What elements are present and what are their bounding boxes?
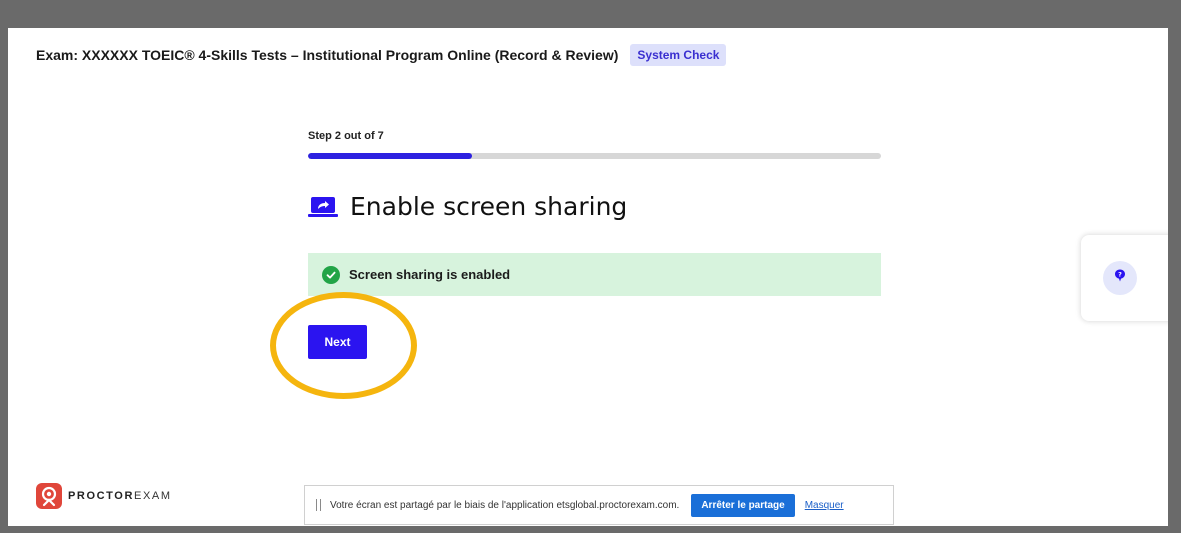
status-banner: Screen sharing is enabled bbox=[308, 253, 881, 296]
help-panel: ? bbox=[1081, 235, 1168, 321]
next-button[interactable]: Next bbox=[308, 325, 367, 359]
window-frame-right bbox=[1168, 28, 1181, 533]
screen-sharing-notification-bar: Votre écran est partagé par le biais de … bbox=[304, 485, 894, 525]
window-frame-top bbox=[0, 0, 1181, 28]
proctorexam-logo: PROCTOREXAM bbox=[36, 483, 172, 509]
window-frame-left bbox=[0, 28, 8, 533]
page-title: Enable screen sharing bbox=[350, 192, 628, 221]
help-button[interactable]: ? bbox=[1103, 261, 1137, 295]
hide-link[interactable]: Masquer bbox=[805, 500, 844, 511]
exam-title: Exam: XXXXXX TOEIC® 4-Skills Tests – Ins… bbox=[36, 47, 619, 63]
proctorexam-logo-icon bbox=[36, 483, 62, 509]
check-circle-icon bbox=[322, 265, 340, 284]
svg-text:?: ? bbox=[1118, 270, 1122, 278]
heading-row: Enable screen sharing bbox=[308, 192, 627, 221]
progress-bar-fill bbox=[308, 153, 472, 159]
drag-handle-icon[interactable] bbox=[316, 499, 321, 511]
page-header: Exam: XXXXXX TOEIC® 4-Skills Tests – Ins… bbox=[36, 44, 727, 66]
step-indicator: Step 2 out of 7 bbox=[308, 130, 384, 142]
sharing-message: Votre écran est partagé par le biais de … bbox=[330, 499, 680, 511]
window-frame-bottom bbox=[0, 526, 1181, 533]
proctorexam-wordmark: PROCTOREXAM bbox=[68, 490, 172, 502]
progress-bar bbox=[308, 153, 881, 159]
screen-share-icon bbox=[308, 196, 338, 218]
help-question-icon: ? bbox=[1114, 269, 1126, 288]
exam-page: Exam: XXXXXX TOEIC® 4-Skills Tests – Ins… bbox=[8, 28, 1168, 526]
stop-sharing-button[interactable]: Arrêter le partage bbox=[691, 493, 795, 517]
status-message: Screen sharing is enabled bbox=[349, 267, 511, 282]
system-check-badge: System Check bbox=[630, 44, 727, 66]
